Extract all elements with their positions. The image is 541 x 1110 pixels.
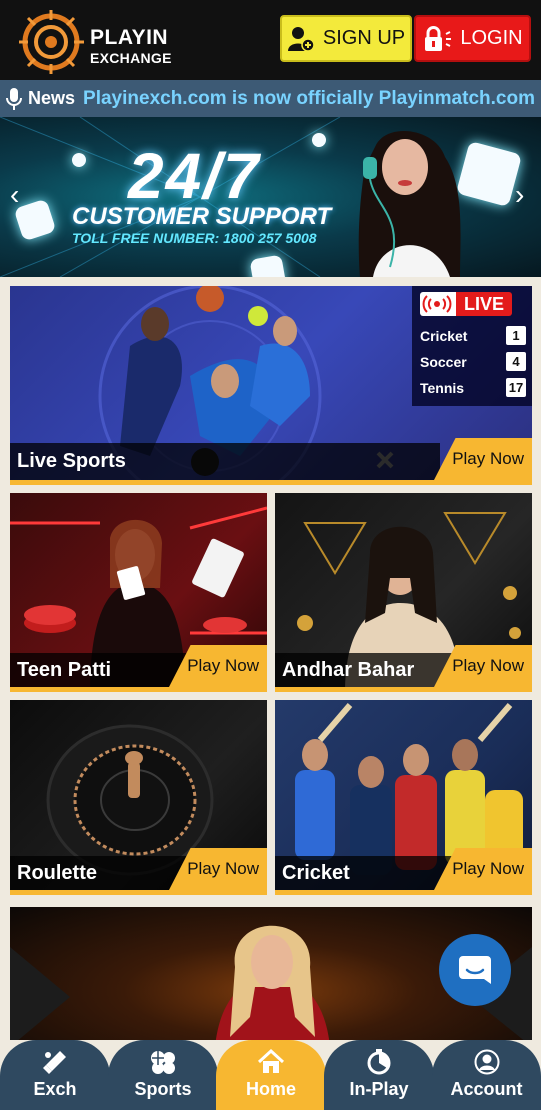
teen-patti-card[interactable]: Teen Patti Play Now	[10, 493, 267, 692]
live-badge-label: LIVE	[456, 292, 512, 316]
news-ticker: News Playinexch.com is now officially Pl…	[0, 80, 541, 117]
home-icon	[257, 1049, 285, 1073]
live-row-cricket[interactable]: Cricket 1	[420, 326, 526, 345]
nav-home[interactable]: Home	[216, 1040, 326, 1110]
lock-icon	[425, 25, 452, 51]
live-row-tennis[interactable]: Tennis 17	[420, 378, 526, 397]
cricket-bat-icon	[43, 1051, 66, 1074]
banner-subheadline: CUSTOMER SUPPORT	[72, 203, 332, 230]
nav-in-play[interactable]: In-Play	[324, 1040, 434, 1110]
andhar-bahar-label: Andhar Bahar	[275, 653, 455, 687]
teen-patti-label: Teen Patti	[10, 653, 190, 687]
card-accent-bar	[10, 687, 267, 692]
live-badge: LIVE	[420, 292, 512, 316]
roulette-label: Roulette	[10, 856, 190, 890]
support-agent-image	[358, 130, 461, 277]
promo-banner[interactable]: 24/7 CUSTOMER SUPPORT TOLL FREE NUMBER: …	[0, 117, 541, 277]
nav-label: In-Play	[349, 1079, 409, 1099]
nav-exch[interactable]: Exch	[0, 1040, 110, 1110]
cricket-card[interactable]: Cricket Play Now	[275, 700, 532, 895]
news-text[interactable]: Playinexch.com is now officially Playinm…	[83, 88, 541, 110]
login-label: LOGIN	[460, 27, 523, 49]
news-label: News	[28, 88, 76, 108]
logo-emblem-icon	[19, 10, 84, 74]
live-row-name: Cricket	[420, 327, 468, 344]
banner-tollfree: TOLL FREE NUMBER: 1800 257 5008	[72, 230, 317, 246]
roulette-card[interactable]: Roulette Play Now	[10, 700, 267, 895]
nav-label: Exch	[33, 1079, 77, 1099]
sports-balls-icon	[151, 1051, 175, 1074]
logo-title: PLAYIN	[90, 26, 169, 49]
nav-account[interactable]: Account	[432, 1040, 541, 1110]
user-icon	[474, 1049, 499, 1075]
banner-next-arrow[interactable]: ›	[515, 179, 524, 211]
live-sports-label: Live Sports	[10, 443, 440, 480]
chat-support-button[interactable]	[439, 934, 511, 1006]
chat-bubble-icon	[459, 956, 491, 984]
user-add-icon	[287, 26, 315, 52]
live-row-count: 4	[506, 352, 526, 371]
broadcast-icon	[422, 295, 452, 313]
card-accent-bar	[10, 890, 267, 895]
logo-subtitle: EXCHANGE	[90, 50, 172, 66]
nav-label: Home	[245, 1079, 296, 1099]
live-row-count: 17	[506, 378, 526, 397]
live-row-soccer[interactable]: Soccer 4	[420, 352, 526, 371]
andhar-bahar-card[interactable]: Andhar Bahar Play Now	[275, 493, 532, 692]
signup-button[interactable]: SIGN UP	[280, 15, 412, 62]
live-counts-panel: LIVE Cricket 1 Soccer 4 Tennis 17	[412, 286, 532, 406]
nav-label: Sports	[134, 1079, 192, 1099]
live-row-count: 1	[506, 326, 526, 345]
nav-label: Account	[450, 1079, 523, 1099]
bottom-nav: Exch Sports Home In-Play Account	[0, 1040, 541, 1110]
login-button[interactable]: LOGIN	[414, 15, 531, 62]
nav-sports[interactable]: Sports	[108, 1040, 218, 1110]
card-accent-bar	[275, 687, 532, 692]
card-accent-bar	[10, 480, 532, 485]
banner-headline: 24/7	[128, 140, 261, 212]
banner-prev-arrow[interactable]: ‹	[10, 179, 19, 211]
live-row-name: Tennis	[420, 379, 465, 396]
cricket-label: Cricket	[275, 856, 455, 890]
logo[interactable]: PLAYIN EXCHANGE	[16, 8, 176, 74]
live-sports-card[interactable]: LIVE Cricket 1 Soccer 4 Tennis 17 Live S…	[10, 286, 532, 485]
live-row-name: Soccer	[420, 353, 467, 370]
signup-label: SIGN UP	[322, 27, 406, 49]
microphone-icon	[6, 87, 22, 110]
header: PLAYIN EXCHANGE SIGN UP LOGIN	[0, 0, 541, 80]
news-tag: News	[0, 80, 84, 117]
card-accent-bar	[275, 890, 532, 895]
timer-icon	[367, 1049, 391, 1075]
